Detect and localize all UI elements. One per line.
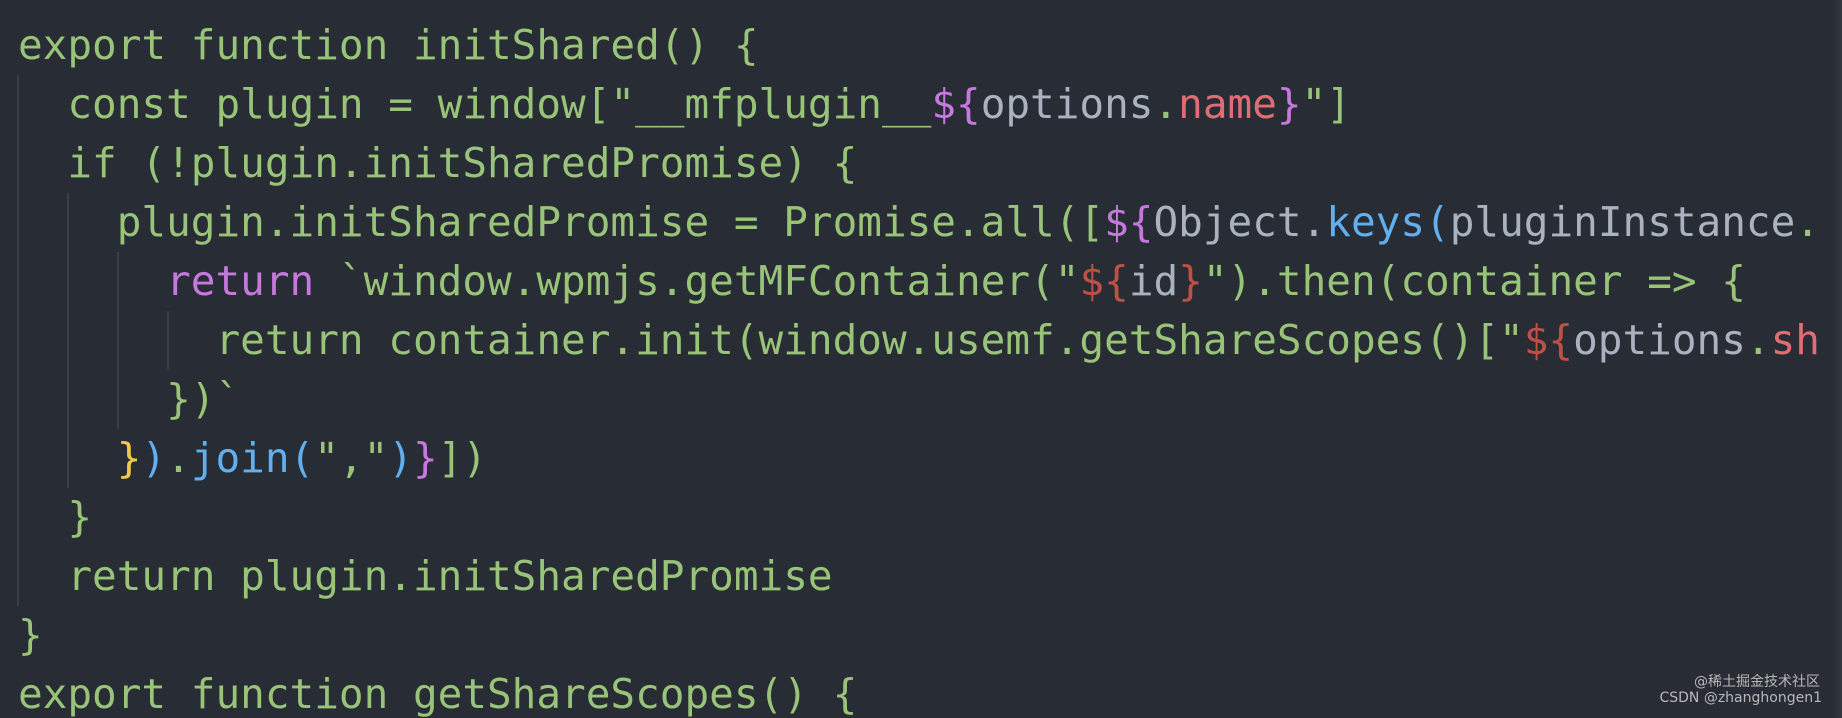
code-token: ${ — [1523, 315, 1574, 364]
code-token: const plugin = window["__mfplugin__ — [18, 79, 932, 128]
code-token: name — [1178, 79, 1277, 128]
code-line: const plugin = window["__mfplugin__${opt… — [18, 83, 1351, 125]
code-token: if (!plugin.initSharedPromise) { — [18, 138, 858, 187]
code-token: export function initShared() { — [18, 20, 759, 69]
code-token: options — [1573, 315, 1746, 364]
code-token: ${ — [1079, 256, 1129, 305]
watermark-juejin: @稀土掘金技术社区 — [1694, 674, 1820, 690]
code-token: export function getShareScopes() { — [18, 669, 858, 718]
code-token: . — [1795, 197, 1820, 246]
code-token: ( — [1425, 197, 1450, 246]
editor-scroll-edge — [1834, 0, 1842, 718]
code-token: "," — [314, 433, 389, 482]
code-token: sh — [1770, 315, 1820, 364]
code-line: return container.init(window.usemf.getSh… — [18, 319, 1820, 361]
code-token: return — [166, 256, 315, 305]
code-token: join — [190, 433, 290, 482]
code-token: } — [1178, 256, 1203, 305]
code-token: keys — [1326, 197, 1426, 246]
code-editor[interactable]: export function initShared() { const plu… — [0, 0, 1842, 718]
code-token: options — [980, 79, 1154, 128]
code-token: ${ — [1104, 197, 1154, 246]
code-line: plugin.initSharedPromise = Promise.all([… — [18, 201, 1820, 243]
code-line: } — [18, 496, 92, 538]
code-line: } — [18, 614, 43, 656]
code-token: pluginInstance — [1449, 197, 1796, 246]
code-token: ) — [388, 433, 413, 482]
code-token: plugin.initSharedPromise = Promise.all([ — [18, 197, 1105, 246]
code-token: Object. — [1153, 197, 1327, 246]
code-line: }).join(",")}]) — [18, 437, 487, 479]
code-token: } — [116, 433, 142, 482]
code-token: ").then(container => { — [1202, 256, 1746, 305]
code-token: })` — [18, 374, 241, 423]
code-token: . — [1153, 79, 1179, 128]
watermark-csdn: CSDN @zhanghongen1 — [1659, 690, 1822, 706]
code-token: } — [18, 492, 93, 541]
code-token: return container.init(window.usemf.getSh… — [18, 315, 1524, 364]
code-line: return `window.wpmjs.getMFContainer("${i… — [18, 260, 1746, 302]
code-token: `window.wpmjs.getMFContainer(" — [314, 256, 1080, 305]
code-token: . — [1745, 315, 1771, 364]
code-token: id — [1128, 256, 1179, 305]
code-token: ]) — [437, 433, 488, 482]
code-line: export function getShareScopes() { — [18, 673, 857, 715]
code-token: "] — [1301, 79, 1351, 128]
code-token: ( — [289, 433, 315, 482]
code-line: return plugin.initSharedPromise — [18, 555, 832, 597]
code-token: } — [18, 610, 43, 659]
code-token: return plugin.initSharedPromise — [18, 551, 833, 600]
code-line: if (!plugin.initSharedPromise) { — [18, 142, 857, 184]
code-line: })` — [18, 378, 240, 420]
code-token: ${ — [931, 79, 981, 128]
code-token: ) — [141, 433, 167, 482]
code-token: . — [166, 433, 191, 482]
code-token: } — [1276, 79, 1302, 128]
code-line: export function initShared() { — [18, 24, 759, 66]
code-token: } — [413, 433, 438, 482]
